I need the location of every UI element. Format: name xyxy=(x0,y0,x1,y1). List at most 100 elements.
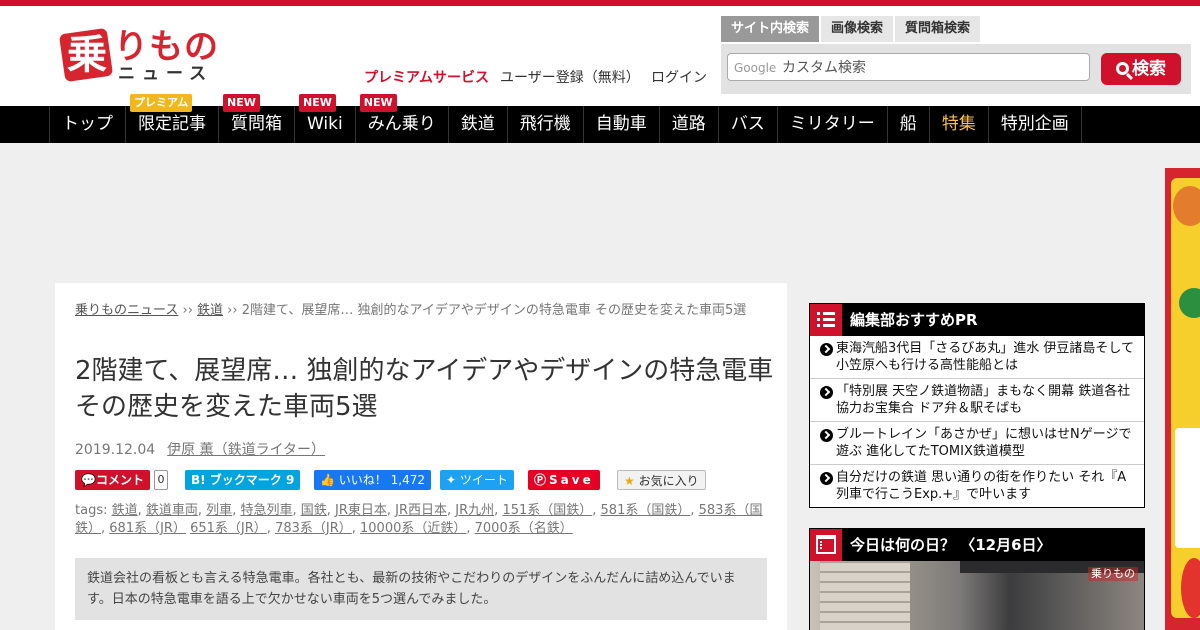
list-icon xyxy=(810,304,842,336)
today-photo[interactable]: 乗りもの xyxy=(810,561,1144,630)
tag[interactable]: 列車 xyxy=(206,503,232,518)
tag[interactable]: 10000系（近鉄） xyxy=(360,521,466,536)
facebook-like-button[interactable]: 👍 いいね！ 1,472 xyxy=(314,470,431,490)
article-date: 2019.12.04 xyxy=(75,442,156,458)
tag[interactable]: JR九州 xyxy=(455,503,494,518)
hatena-bookmark-button[interactable]: B! ブックマーク 9 xyxy=(185,470,301,490)
nav-item-minnori[interactable]: NEW みん乗り xyxy=(356,94,449,143)
nav-item-military[interactable]: ミリタリー xyxy=(778,106,888,143)
nav-label: 限定記事 xyxy=(138,114,206,134)
search-input[interactable]: Google カスタム検索 xyxy=(727,53,1090,81)
recommend-item[interactable]: 自分だけの鉄道 思い通りの街を作りたい それ『A列車で行こうExp.+』で叶いま… xyxy=(810,465,1144,508)
nav-item-airplane[interactable]: 飛行機 xyxy=(508,106,584,143)
google-label: Google xyxy=(734,61,777,75)
search-placeholder: カスタム検索 xyxy=(782,60,866,76)
nav-item-top[interactable]: トップ xyxy=(49,106,126,143)
login-link[interactable]: ログイン xyxy=(651,68,707,88)
thumbs-up-icon: 👍 xyxy=(320,473,335,487)
nav-label: 道路 xyxy=(671,114,706,134)
tag[interactable]: 鉄道 xyxy=(112,503,138,518)
tag[interactable]: 681系（JR） xyxy=(109,521,186,536)
premium-service-link[interactable]: プレミアムサービス xyxy=(364,68,489,88)
logo-news: ニュース xyxy=(118,64,214,84)
arrow-right-icon xyxy=(820,386,833,399)
comment-button[interactable]: 💬コメント xyxy=(75,470,150,490)
breadcrumb-home[interactable]: 乗りものニュース xyxy=(75,303,178,318)
main-nav: トップ プレミアム 限定記事 NEW 質問箱 NEW Wiki NEW みん乗り 鉄道 … xyxy=(0,94,1200,143)
tab-question-search[interactable]: 質問箱検索 xyxy=(895,16,981,42)
side-ad-banner[interactable] xyxy=(1165,168,1200,630)
nav-item-limited[interactable]: プレミアム限定記事 xyxy=(126,94,219,143)
arrow-right-icon xyxy=(820,472,833,485)
search-icon xyxy=(1116,62,1129,75)
recommend-item[interactable]: 「特別展 天空ノ鉄道物語」まもなく開幕 鉄道各社協力お宝集合 ドア弁＆駅そばも xyxy=(810,379,1144,422)
site-logo[interactable]: 乗 りもの ニュース xyxy=(58,27,223,84)
article-author[interactable]: 伊原 薫（鉄道ライター） xyxy=(167,442,325,458)
nav-label: 特別企画 xyxy=(1000,114,1069,134)
article-meta: 2019.12.04 伊原 薫（鉄道ライター） xyxy=(75,441,325,459)
premium-badge: プレミアム xyxy=(130,94,193,112)
nav-item-road[interactable]: 道路 xyxy=(660,106,719,143)
arrow-right-icon xyxy=(820,343,833,356)
today-in-history-box: 今日は何の日？ 〈12月6日〉 乗りもの xyxy=(809,528,1145,630)
breadcrumb-sep: ›› xyxy=(178,303,198,318)
photo-building xyxy=(820,561,910,630)
photo-watermark: 乗りもの xyxy=(1088,567,1138,581)
comment-label: コメント xyxy=(95,473,144,487)
nav-label: 質問箱 xyxy=(231,114,282,134)
new-badge: NEW xyxy=(299,94,336,112)
register-link[interactable]: ユーザー登録（無料） xyxy=(500,68,640,88)
tag[interactable]: 特急列車 xyxy=(240,503,292,518)
tag[interactable]: JR東日本 xyxy=(335,503,387,518)
nav-label: 船 xyxy=(899,114,917,134)
fb-count: 1,472 xyxy=(390,473,425,487)
nav-item-ship[interactable]: 船 xyxy=(888,106,930,143)
calendar-icon xyxy=(810,529,842,561)
today-header: 今日は何の日？ 〈12月6日〉 xyxy=(810,529,1144,561)
ad-shape xyxy=(1175,428,1200,548)
tweet-label: ツイート xyxy=(459,473,508,487)
recommend-item[interactable]: 東海汽船3代目「さるびあ丸」進水 伊豆諸島そして小笠原へも行ける高性能船とは xyxy=(810,336,1144,379)
tag[interactable]: 151系（国鉄） xyxy=(502,503,592,518)
favorite-button[interactable]: ★ お気に入り xyxy=(617,470,706,490)
tab-image-search[interactable]: 画像検索 xyxy=(821,16,894,42)
tag[interactable]: 鉄道車両 xyxy=(146,503,198,518)
editor-recommend-box: 編集部おすすめPR 東海汽船3代目「さるびあ丸」進水 伊豆諸島そして小笠原へも行… xyxy=(809,303,1145,508)
search-tabs: サイト内検索 画像検索 質問箱検索 xyxy=(721,16,982,42)
tag[interactable]: 783系（JR） xyxy=(275,521,352,536)
tag[interactable]: 7000系（名鉄） xyxy=(475,521,573,536)
tab-site-search[interactable]: サイト内検索 xyxy=(721,16,820,42)
nav-label: 自動車 xyxy=(595,114,647,134)
article-title: 2階建て、展望席… 独創的なアイデアやデザインの特急電車 その歴史を変えた車両5… xyxy=(75,356,774,422)
article-card: 乗りものニュース ›› 鉄道 ›› 2階建て、展望席… 独創的なアイデアやデザイ… xyxy=(55,283,787,630)
tag[interactable]: JR西日本 xyxy=(395,503,447,518)
nav-item-wiki[interactable]: NEW Wiki xyxy=(295,94,356,143)
tag[interactable]: 国鉄 xyxy=(301,503,327,518)
new-badge: NEW xyxy=(223,94,260,112)
tweet-button[interactable]: ✦ ツイート xyxy=(440,470,514,490)
fb-label: いいね！ xyxy=(338,473,387,487)
nav-item-bus[interactable]: バス xyxy=(719,106,778,143)
nav-item-railway[interactable]: 鉄道 xyxy=(449,106,508,143)
search-button[interactable]: 検索 xyxy=(1101,53,1181,85)
nav-item-car[interactable]: 自動車 xyxy=(584,106,660,143)
recommend-item-text: 「特別展 天空ノ鉄道物語」まもなく開幕 鉄道各社協力お宝集合 ドア弁＆駅そばも xyxy=(836,384,1131,416)
tag[interactable]: 651系（JR） xyxy=(190,521,267,536)
recommend-item[interactable]: ブルートレイン「あさかぜ」に想いはせNゲージで遊ぶ 進化してたTOMIX鉄道模型 xyxy=(810,422,1144,465)
nav-item-feature[interactable]: 特集 xyxy=(930,106,989,143)
nav-label: 鉄道 xyxy=(460,114,495,134)
breadcrumb-sep: ›› xyxy=(223,303,242,318)
nav-item-special[interactable]: 特別企画 xyxy=(989,106,1082,143)
pinterest-save-button[interactable]: ⓅSave xyxy=(528,470,600,490)
pinterest-icon: Ⓟ xyxy=(534,473,550,487)
today-title[interactable]: 今日は何の日？ 〈12月6日〉 xyxy=(850,536,1052,554)
tag-list: tags: 鉄道, 鉄道車両, 列車, 特急列車, 国鉄, JR東日本, JR西… xyxy=(75,503,763,536)
ad-shape xyxy=(1173,186,1200,226)
ad-artwork xyxy=(1171,178,1200,618)
breadcrumb: 乗りものニュース ›› 鉄道 ›› 2階建て、展望席… 独創的なアイデアやデザイ… xyxy=(75,302,765,320)
breadcrumb-category[interactable]: 鉄道 xyxy=(197,303,223,318)
tag[interactable]: 581系（国鉄） xyxy=(601,503,691,518)
nav-label: 特集 xyxy=(941,114,976,134)
nav-items: トップ プレミアム 限定記事 NEW 質問箱 NEW Wiki NEW みん乗り 鉄道 … xyxy=(49,94,1082,143)
nav-item-question[interactable]: NEW 質問箱 xyxy=(219,94,295,143)
